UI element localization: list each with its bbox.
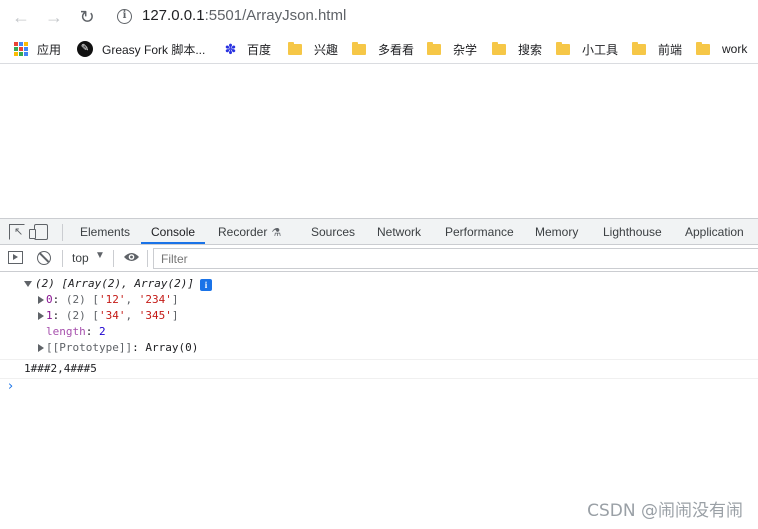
console-length-row: length: 2	[0, 324, 758, 340]
url-field[interactable]: 127.0.0.1:5501/ArrayJson.html	[142, 7, 346, 24]
experiment-flask-icon: ⚗	[271, 227, 282, 239]
console-array-item-1[interactable]: 1: (2) ['34', '345']	[0, 308, 758, 324]
bookmark-label: 前端	[658, 42, 683, 57]
tab-recorder[interactable]: Recorder ⚗	[218, 219, 281, 244]
expand-triangle-icon[interactable]	[38, 312, 44, 320]
bookmark-label: 多看看	[378, 42, 415, 57]
bookmark-folder-work[interactable]: work	[696, 39, 747, 59]
forward-arrow-icon[interactable]: →	[41, 4, 67, 30]
collapse-triangle-icon[interactable]	[24, 281, 32, 287]
url-host: 127.0.0.1	[142, 7, 205, 24]
array-item-0-text: 0: (2) ['12', '234']	[46, 293, 179, 306]
bookmark-label: 兴趣	[314, 42, 339, 57]
prototype-value: Array(0)	[145, 341, 199, 354]
expand-triangle-icon[interactable]	[38, 296, 44, 304]
bookmark-folder-xingqu[interactable]: 兴趣	[288, 39, 338, 59]
expand-triangle-icon[interactable]	[38, 344, 44, 352]
bookmark-folder-xiaogongju[interactable]: 小工具	[556, 39, 618, 59]
live-expression-eye-icon[interactable]	[123, 251, 140, 263]
context-selector[interactable]: top	[72, 251, 89, 265]
console-log-message: 1###2,4###5	[0, 360, 758, 378]
url-path: :5501/ArrayJson.html	[204, 7, 347, 24]
apps-grid-icon	[14, 42, 28, 56]
filter-input[interactable]	[153, 248, 758, 269]
log-output-text: 1###2,4###5	[24, 362, 97, 375]
console-output: (2) [Array(2), Array(2)] i 0: (2) ['12', …	[0, 273, 758, 397]
object-summary: (2) [Array(2), Array(2)] i	[35, 276, 212, 292]
bookmark-baidu[interactable]: ✽ 百度	[223, 39, 271, 59]
object-summary-text: (2) [Array(2), Array(2)]	[35, 277, 194, 290]
clear-console-icon[interactable]	[37, 251, 51, 265]
bookmark-label: 应用	[37, 42, 62, 57]
site-info-icon[interactable]: i	[117, 9, 132, 24]
item-value-1: '12'	[99, 293, 126, 306]
tab-recorder-label: Recorder	[218, 225, 268, 239]
console-prompt[interactable]: ›	[0, 379, 758, 397]
bookmark-apps[interactable]: 应用	[14, 39, 61, 59]
tab-memory[interactable]: Memory	[535, 219, 578, 244]
bookmark-label: work	[722, 42, 748, 56]
info-badge-icon: i	[199, 279, 212, 291]
tab-lighthouse[interactable]: Lighthouse	[603, 219, 662, 244]
folder-icon	[632, 41, 646, 55]
console-toolbar: top ▼	[0, 245, 758, 272]
tab-elements[interactable]: Elements	[80, 219, 130, 244]
divider	[113, 250, 114, 267]
devtools-tab-strip: Elements Console Recorder⚗ Sources Netwo…	[0, 218, 758, 245]
folder-icon	[352, 41, 366, 55]
prototype-key: [[Prototype]]	[46, 341, 133, 354]
inspect-element-icon[interactable]	[9, 224, 25, 240]
item-summary: (2) [	[65, 293, 99, 306]
prototype-text: [[Prototype]]: Array(0)	[46, 341, 199, 354]
tab-performance[interactable]: Performance	[445, 219, 514, 244]
tab-network[interactable]: Network	[377, 219, 421, 244]
device-toolbar-icon[interactable]	[29, 224, 48, 240]
bookmark-label: 百度	[247, 42, 272, 57]
tab-application[interactable]: Application	[685, 219, 744, 244]
tab-console[interactable]: Console	[141, 219, 206, 244]
console-prototype-row[interactable]: [[Prototype]]: Array(0)	[0, 340, 758, 356]
greasy-fork-icon: ✎	[77, 41, 93, 57]
dropdown-arrow-icon[interactable]: ▼	[95, 250, 105, 261]
divider	[62, 250, 63, 267]
bookmark-folder-qianduan[interactable]: 前端	[632, 39, 682, 59]
folder-icon	[492, 41, 506, 55]
address-bar: ← → ↻ i 127.0.0.1:5501/ArrayJson.html	[0, 0, 758, 34]
item-key: 0	[46, 293, 53, 306]
length-key: length	[46, 325, 86, 338]
back-arrow-icon[interactable]: ←	[8, 4, 34, 30]
bookmarks-bar: 应用 ✎ Greasy Fork 脚本... ✽ 百度 兴趣 多看看 杂学 搜索…	[0, 34, 758, 64]
folder-icon	[556, 41, 570, 55]
bookmark-folder-zaxue[interactable]: 杂学	[427, 39, 477, 59]
length-value: 2	[99, 325, 106, 338]
bookmark-greasy-fork[interactable]: ✎ Greasy Fork 脚本...	[77, 39, 205, 59]
bookmark-label: 小工具	[582, 42, 619, 57]
array-item-1-text: 1: (2) ['34', '345']	[46, 309, 179, 322]
item-value-2: '234'	[138, 293, 172, 306]
prompt-chevron-icon: ›	[8, 379, 14, 394]
console-object-row[interactable]: (2) [Array(2), Array(2)] i	[0, 276, 758, 292]
folder-icon	[696, 41, 710, 55]
tab-sources[interactable]: Sources	[311, 219, 355, 244]
show-sidebar-icon[interactable]	[8, 251, 23, 264]
item-value-2: '345'	[138, 309, 172, 322]
item-value-1: '34'	[99, 309, 126, 322]
folder-icon	[427, 41, 441, 55]
bookmark-folder-sousuo[interactable]: 搜索	[492, 39, 542, 59]
bookmark-label: 杂学	[453, 42, 478, 57]
bookmark-folder-duokankan[interactable]: 多看看	[352, 39, 414, 59]
bookmark-label: 搜索	[518, 42, 543, 57]
baidu-paw-icon: ✽	[224, 40, 237, 57]
item-key: 1	[46, 309, 53, 322]
item-summary: (2) [	[65, 309, 99, 322]
reload-icon[interactable]: ↻	[74, 4, 100, 30]
folder-icon	[288, 41, 302, 55]
bookmark-label: Greasy Fork 脚本...	[102, 42, 206, 57]
watermark: CSDN @闹闹没有闹	[587, 501, 743, 521]
divider	[147, 250, 148, 267]
console-array-item-0[interactable]: 0: (2) ['12', '234']	[0, 292, 758, 308]
divider	[62, 224, 63, 241]
length-text: length: 2	[46, 325, 106, 338]
